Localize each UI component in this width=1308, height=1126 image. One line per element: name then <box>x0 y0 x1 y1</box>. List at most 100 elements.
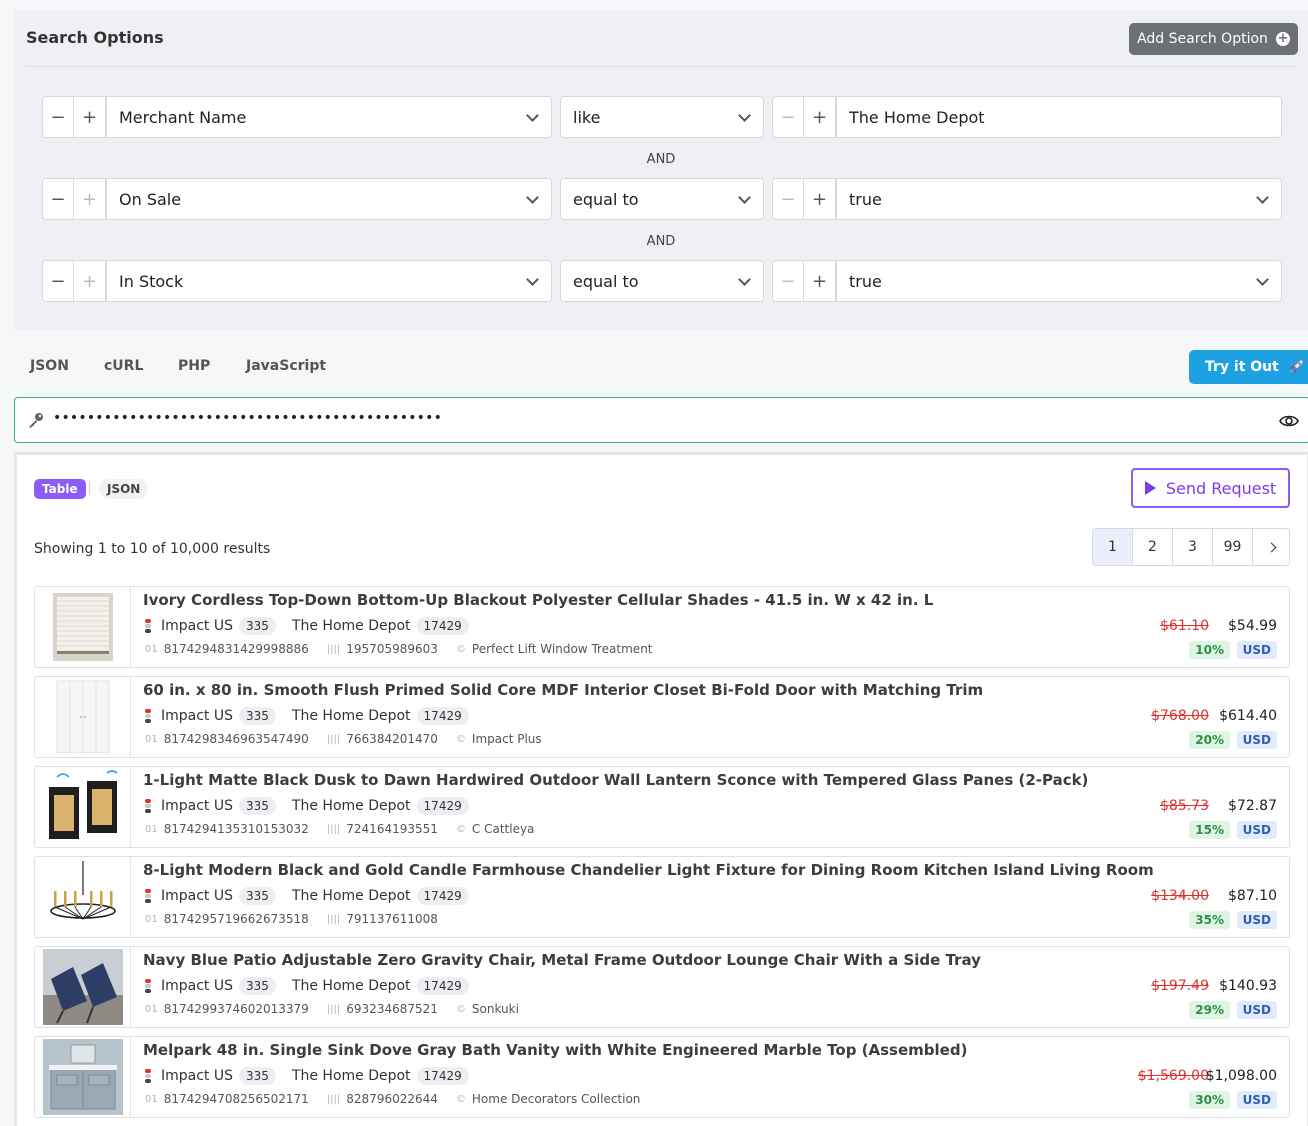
discount-badge: 29% <box>1189 1001 1230 1019</box>
remove-row-button[interactable]: − <box>43 179 75 219</box>
add-row-button[interactable]: + <box>74 179 105 219</box>
page: Search Options Add Search Option + − + M… <box>0 0 1308 1126</box>
tab-javascript[interactable]: JavaScript <box>246 358 326 374</box>
operator-select[interactable]: like <box>560 96 764 138</box>
product-upc: 791137611008 <box>346 912 438 926</box>
tab-json[interactable]: JSON <box>30 358 69 374</box>
eye-icon[interactable] <box>1279 411 1299 431</box>
page-button-1[interactable]: 1 <box>1093 529 1133 565</box>
id-icon: 01 <box>145 823 158 835</box>
product-title[interactable]: Navy Blue Patio Adjustable Zero Gravity … <box>143 951 981 969</box>
add-value-button[interactable]: + <box>804 97 835 137</box>
product-title[interactable]: 8-Light Modern Black and Gold Candle Far… <box>143 861 1154 879</box>
page-button-2[interactable]: 2 <box>1133 529 1173 565</box>
field-stepper: − + <box>42 96 106 138</box>
remove-row-button[interactable]: − <box>43 97 75 137</box>
product-upc: 724164193551 <box>346 822 438 836</box>
id-icon: 01 <box>145 1003 158 1015</box>
sale-price: $54.99 <box>1228 618 1277 634</box>
page-button-99[interactable]: 99 <box>1213 529 1253 565</box>
field-select[interactable]: In Stock <box>106 260 552 302</box>
product-title[interactable]: 1-Light Matte Black Dusk to Dawn Hardwir… <box>143 771 1088 789</box>
barcode-icon: |||| <box>326 643 341 655</box>
brand-icon: © <box>455 643 466 655</box>
product-brand: Sonkuki <box>471 1002 519 1016</box>
product-title[interactable]: 60 in. x 80 in. Smooth Flush Primed Soli… <box>143 681 983 699</box>
product-network-row: Impact US 335 The Home Depot 17429 <box>145 617 485 635</box>
network-count-badge: 335 <box>239 707 276 725</box>
value-input[interactable]: The Home Depot <box>836 96 1282 138</box>
field-select[interactable]: Merchant Name <box>106 96 552 138</box>
value-select[interactable]: true <box>836 178 1282 220</box>
add-row-button[interactable]: + <box>74 261 105 301</box>
network-count-badge: 335 <box>239 617 276 635</box>
try-it-out-button[interactable]: Try it Out <box>1189 350 1308 384</box>
add-row-button[interactable]: + <box>74 97 105 137</box>
operator-select-value: like <box>573 107 601 127</box>
currency-badge: USD <box>1236 1001 1277 1019</box>
operator-select[interactable]: equal to <box>560 260 764 302</box>
api-key-value: ••••••••••••••••••••••••••••••••••••••••… <box>53 410 443 426</box>
original-price: $197.49 <box>1151 978 1209 994</box>
tab-curl[interactable]: cURL <box>104 358 143 374</box>
product-upc: 195705989603 <box>346 642 438 656</box>
view-table-toggle[interactable]: Table <box>34 479 86 499</box>
product-network-row: Impact US 335 The Home Depot 17429 <box>145 797 485 815</box>
result-item[interactable]: Navy Blue Patio Adjustable Zero Gravity … <box>34 946 1290 1028</box>
product-title[interactable]: Ivory Cordless Top-Down Bottom-Up Blacko… <box>143 591 933 609</box>
network-name: Impact US <box>161 618 234 634</box>
sale-price: $140.93 <box>1219 978 1277 994</box>
product-image <box>52 593 113 661</box>
merchant-name: The Home Depot <box>291 978 411 994</box>
result-item[interactable]: 8-Light Modern Black and Gold Candle Far… <box>34 856 1290 938</box>
add-search-option-button[interactable]: Add Search Option + <box>1129 23 1298 55</box>
send-request-button[interactable]: Send Request <box>1131 468 1290 508</box>
operator-select[interactable]: equal to <box>560 178 764 220</box>
product-thumbnail <box>35 1037 131 1117</box>
send-request-label: Send Request <box>1165 478 1277 498</box>
network-name: Impact US <box>161 978 234 994</box>
api-key-input[interactable]: ••••••••••••••••••••••••••••••••••••••••… <box>14 397 1308 443</box>
product-image <box>42 949 123 1025</box>
original-price: $1,569.00 <box>1137 1068 1209 1084</box>
page-button-3[interactable]: 3 <box>1173 529 1213 565</box>
value-input-text: The Home Depot <box>849 107 985 127</box>
view-json-toggle[interactable]: JSON <box>99 479 149 499</box>
remove-value-button[interactable]: − <box>773 97 805 137</box>
result-item[interactable]: Melpark 48 in. Single Sink Dove Gray Bat… <box>34 1036 1290 1118</box>
view-separator <box>89 481 90 495</box>
remove-value-button[interactable]: − <box>773 179 805 219</box>
id-icon: 01 <box>145 733 158 745</box>
value-stepper: − + <box>772 96 836 138</box>
product-thumbnail <box>35 767 131 847</box>
network-name: Impact US <box>161 888 234 904</box>
field-select[interactable]: On Sale <box>106 178 552 220</box>
field-select-value: On Sale <box>119 189 182 209</box>
search-row-1: − + Merchant Name like − + The Home Depo… <box>42 96 1282 138</box>
brand-icon: © <box>455 733 466 745</box>
value-select[interactable]: true <box>836 260 1282 302</box>
barcode-icon: |||| <box>326 1093 341 1105</box>
add-value-button[interactable]: + <box>804 179 835 219</box>
add-value-button[interactable]: + <box>804 261 835 301</box>
result-item[interactable]: 60 in. x 80 in. Smooth Flush Primed Soli… <box>34 676 1290 758</box>
currency-badge: USD <box>1236 911 1277 929</box>
field-stepper: − + <box>42 260 106 302</box>
product-title[interactable]: Melpark 48 in. Single Sink Dove Gray Bat… <box>143 1041 967 1059</box>
product-image <box>48 770 117 839</box>
result-item[interactable]: Ivory Cordless Top-Down Bottom-Up Blacko… <box>34 586 1290 668</box>
merchant-name: The Home Depot <box>291 798 411 814</box>
id-icon: 01 <box>145 1093 158 1105</box>
key-icon <box>29 413 43 428</box>
product-network-row: Impact US 335 The Home Depot 17429 <box>145 707 485 725</box>
brand-icon: © <box>455 823 466 835</box>
remove-value-button[interactable]: − <box>773 261 805 301</box>
currency-badge: USD <box>1236 1091 1277 1109</box>
tab-php[interactable]: PHP <box>178 358 210 374</box>
try-it-out-label: Try it Out <box>1205 359 1279 375</box>
result-item[interactable]: 1-Light Matte Black Dusk to Dawn Hardwir… <box>34 766 1290 848</box>
next-page-button[interactable] <box>1253 529 1289 565</box>
remove-row-button[interactable]: − <box>43 261 75 301</box>
network-count-badge: 335 <box>239 797 276 815</box>
product-brand: Perfect Lift Window Treatment <box>471 642 653 656</box>
